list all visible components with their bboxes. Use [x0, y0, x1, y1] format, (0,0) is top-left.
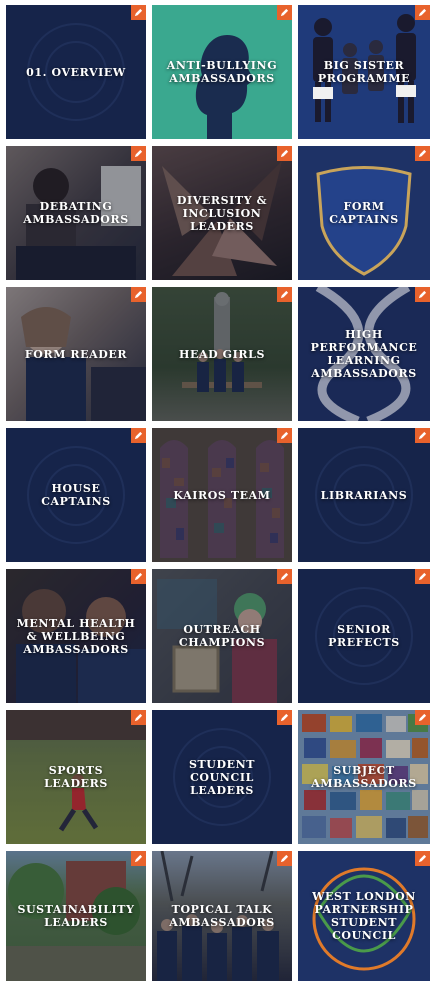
- tile-label: Senior Prefects: [328, 623, 400, 649]
- tile-senior-prefects[interactable]: Senior Prefects: [298, 569, 430, 703]
- tile-label: Sports Leaders: [44, 764, 108, 790]
- pencil-icon[interactable]: [131, 146, 146, 161]
- pencil-icon[interactable]: [277, 5, 292, 20]
- tile-label: Librarians: [320, 488, 408, 502]
- tile-label: Anti-Bullying Ambassadors: [166, 59, 278, 85]
- tile-label: Outreach Champions: [178, 623, 266, 649]
- pencil-icon[interactable]: [131, 287, 146, 302]
- pencil-icon[interactable]: [415, 428, 430, 443]
- tile-label: Student Council Leaders: [188, 757, 256, 797]
- tile-sustainability-leaders[interactable]: Sustainability Leaders: [6, 851, 146, 981]
- tile-anti-bullying-ambassadors[interactable]: Anti-Bullying Ambassadors: [152, 5, 292, 139]
- tile-head-girls[interactable]: Head Girls: [152, 287, 292, 421]
- pencil-icon[interactable]: [415, 287, 430, 302]
- pencil-icon[interactable]: [277, 287, 292, 302]
- pencil-icon[interactable]: [415, 569, 430, 584]
- tile-outreach-champions[interactable]: Outreach Champions: [152, 569, 292, 703]
- tile-librarians[interactable]: Librarians: [298, 428, 430, 562]
- pencil-icon[interactable]: [131, 428, 146, 443]
- pencil-icon[interactable]: [415, 146, 430, 161]
- tile-label: Mental Health & Wellbeing Ambassadors: [16, 616, 136, 656]
- tile-label: Head Girls: [178, 347, 266, 361]
- pencil-icon[interactable]: [415, 710, 430, 725]
- tile-diversity-inclusion-leaders[interactable]: Diversity & Inclusion Leaders: [152, 146, 292, 280]
- tile-house-captains[interactable]: House Captains: [6, 428, 146, 562]
- pencil-icon[interactable]: [131, 5, 146, 20]
- tile-label: House Captains: [41, 482, 111, 508]
- tile-mental-health-wellbeing-ambassadors[interactable]: Mental Health & Wellbeing Ambassadors: [6, 569, 146, 703]
- pencil-icon[interactable]: [131, 569, 146, 584]
- tile-label: Kairos Team: [173, 488, 271, 502]
- tile-subject-ambassadors[interactable]: Subject Ambassadors: [298, 710, 430, 844]
- tile-label: 01. Overview: [26, 65, 126, 79]
- tile-kairos-team[interactable]: Kairos Team: [152, 428, 292, 562]
- tile-form-captains[interactable]: Form Captains: [298, 146, 430, 280]
- tile-label: Form Captains: [329, 200, 399, 226]
- pencil-icon[interactable]: [415, 5, 430, 20]
- tile-label: Debating Ambassadors: [23, 200, 129, 226]
- tile-big-sister-programme[interactable]: Big Sister Programme: [298, 5, 430, 139]
- tile-label: Diversity & Inclusion Leaders: [176, 193, 268, 233]
- tile-label: Sustainability Leaders: [17, 903, 135, 929]
- roles-tile-grid: 01. Overview Anti-Bullying Ambassadors B…: [0, 0, 433, 983]
- tile-west-london-partnership-student-council[interactable]: West London Partnership Student Council: [298, 851, 430, 981]
- pencil-icon[interactable]: [277, 569, 292, 584]
- tile-student-council-leaders[interactable]: Student Council Leaders: [152, 710, 292, 844]
- pencil-icon[interactable]: [415, 851, 430, 866]
- tile-form-reader[interactable]: Form Reader: [6, 287, 146, 421]
- tile-topical-talk-ambassadors[interactable]: Topical Talk Ambassadors: [152, 851, 292, 981]
- tile-label: Big Sister Programme: [317, 59, 411, 85]
- tile-label: Subject Ambassadors: [311, 764, 417, 790]
- pencil-icon[interactable]: [131, 710, 146, 725]
- pencil-icon[interactable]: [277, 710, 292, 725]
- tile-debating-ambassadors[interactable]: Debating Ambassadors: [6, 146, 146, 280]
- pencil-icon[interactable]: [277, 146, 292, 161]
- tile-label: Topical Talk Ambassadors: [169, 903, 275, 929]
- tile-label: High Performance Learning Ambassadors: [310, 328, 418, 380]
- pencil-icon[interactable]: [277, 428, 292, 443]
- tile-label: West London Partnership Student Council: [312, 890, 416, 942]
- tile-sports-leaders[interactable]: Sports Leaders: [6, 710, 146, 844]
- tile-label: Form Reader: [24, 347, 128, 361]
- pencil-icon[interactable]: [277, 851, 292, 866]
- tile-high-performance-learning-ambassadors[interactable]: High Performance Learning Ambassadors: [298, 287, 430, 421]
- pencil-icon[interactable]: [131, 851, 146, 866]
- tile-overview[interactable]: 01. Overview: [6, 5, 146, 139]
